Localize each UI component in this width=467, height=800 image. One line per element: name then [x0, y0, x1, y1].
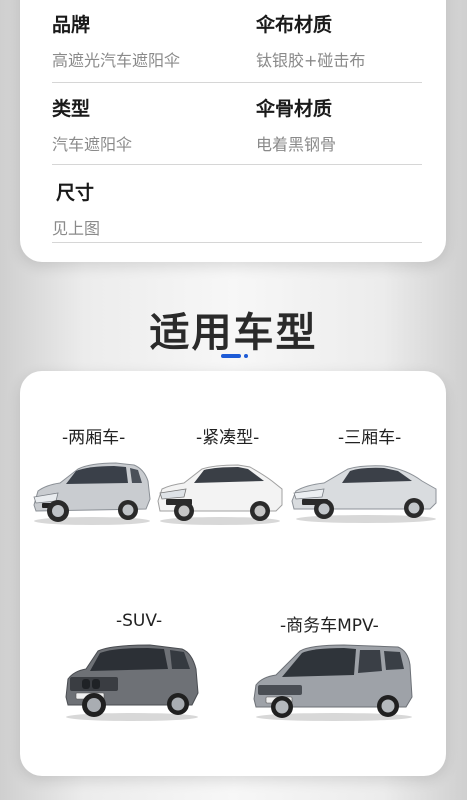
spec-label: 伞骨材质 [256, 98, 333, 120]
spec-row: 类型 汽车遮阳伞 伞骨材质 电着黑钢骨 [52, 94, 422, 165]
coupe-sedan-image [291, 465, 437, 523]
spec-item-frame: 伞骨材质 电着黑钢骨 [256, 94, 336, 155]
compact-sedan-image [157, 464, 283, 525]
models-card: -两厢车- -紧凑型- -三厢车- -SUV- -商务车MPV- [20, 371, 446, 776]
title-dot [244, 354, 248, 358]
spec-item-brand: 品牌 高遮光汽车遮阳伞 [52, 10, 180, 71]
spec-label: 尺寸 [56, 182, 95, 204]
spec-value: 电着黑钢骨 [256, 135, 337, 154]
spec-value: 见上图 [52, 219, 101, 238]
spec-value: 高遮光汽车遮阳伞 [52, 51, 181, 70]
hatchback-car-image [33, 462, 151, 525]
spec-label: 品牌 [52, 14, 91, 36]
model-label-sedan: -三厢车- [338, 428, 402, 448]
spec-row: 品牌 高遮光汽车遮阳伞 伞布材质 钛银胶+碰击布 [52, 10, 422, 83]
spec-item-type: 类型 汽车遮阳伞 [52, 94, 132, 155]
model-label-compact: -紧凑型- [196, 428, 260, 448]
model-label-hatchback: -两厢车- [62, 428, 126, 448]
spec-card: 品牌 高遮光汽车遮阳伞 伞布材质 钛银胶+碰击布 类型 汽车遮阳伞 伞骨材质 电… [20, 0, 446, 262]
spec-label: 伞布材质 [256, 14, 333, 36]
title-underline [221, 354, 241, 358]
spec-label: 类型 [52, 98, 91, 120]
spec-item-fabric: 伞布材质 钛银胶+碰击布 [256, 10, 365, 71]
model-label-mpv: -商务车MPV- [280, 616, 379, 636]
mpv-van-image [253, 644, 413, 721]
spec-value: 汽车遮阳伞 [52, 135, 133, 154]
spec-value: 钛银胶+碰击布 [256, 51, 366, 70]
suv-image [65, 644, 199, 721]
spec-item-size: 尺寸 见上图 [52, 178, 100, 239]
section-title: 适用车型 [149, 310, 318, 356]
model-label-suv: -SUV- [116, 611, 163, 631]
spec-row: 尺寸 见上图 [52, 178, 422, 243]
